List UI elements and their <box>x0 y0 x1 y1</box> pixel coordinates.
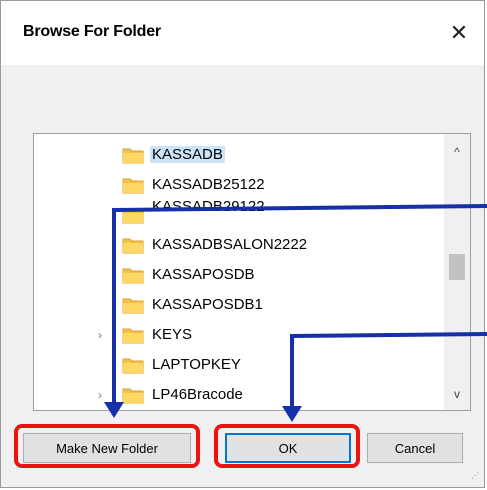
expand-chevron-icon[interactable]: › <box>98 328 102 342</box>
scroll-down-icon[interactable]: v <box>444 382 470 406</box>
folder-icon <box>122 358 144 374</box>
folder-tree-item[interactable]: › LP46Bracode <box>34 380 434 410</box>
folder-tree-item-label: KASSAPOSDB1 <box>152 296 263 313</box>
folder-tree-item[interactable]: KASSADB <box>34 140 434 170</box>
ok-button[interactable]: OK <box>225 433 351 463</box>
folder-tree[interactable]: KASSADB KASSADB25122 KASSADB29122 KASSADBSA… <box>33 133 471 411</box>
browse-for-folder-dialog: Browse For Folder ✕ KASSADB KASSADB25122 K… <box>0 0 485 488</box>
folder-tree-item[interactable]: KASSADB29122 <box>34 198 434 230</box>
folder-tree-item[interactable]: KASSADB25122 <box>34 170 434 200</box>
folder-icon <box>122 328 144 344</box>
vertical-scrollbar[interactable]: ^ v <box>444 134 470 410</box>
folder-tree-item-label: KASSADB <box>150 146 225 163</box>
folder-icon <box>122 388 144 404</box>
folder-icon <box>122 148 144 164</box>
folder-icon <box>122 298 144 314</box>
folder-tree-item-label: KASSAPOSDB <box>152 266 255 283</box>
dialog-title: Browse For Folder <box>23 23 161 40</box>
cancel-button[interactable]: Cancel <box>367 433 463 463</box>
folder-tree-item[interactable]: KASSAPOSDB1 <box>34 290 434 320</box>
make-new-folder-button[interactable]: Make New Folder <box>23 433 191 463</box>
title-bar: Browse For Folder ✕ <box>1 1 484 65</box>
folder-icon <box>122 238 144 254</box>
resize-grip-icon[interactable]: ⋰ <box>471 471 483 483</box>
folder-icon <box>122 268 144 284</box>
folder-tree-item-label: KEYS <box>152 326 193 343</box>
folder-tree-item[interactable]: LAPTOPKEY <box>34 350 434 380</box>
folder-tree-item[interactable]: › KEYS <box>34 320 434 350</box>
folder-tree-item-label: LP46Bracode <box>152 386 243 403</box>
scroll-up-icon[interactable]: ^ <box>444 140 470 164</box>
scrollbar-thumb[interactable] <box>449 254 465 280</box>
close-icon[interactable]: ✕ <box>441 15 477 51</box>
folder-tree-item[interactable]: KASSADBSALON2222 <box>34 230 434 260</box>
expand-chevron-icon[interactable]: › <box>98 388 102 402</box>
folder-tree-item-label: KASSADB29122 <box>152 198 265 215</box>
folder-tree-item[interactable]: KASSAPOSDB <box>34 260 434 290</box>
folder-icon <box>122 208 144 224</box>
folder-tree-item-label: LAPTOPKEY <box>152 356 241 373</box>
folder-icon <box>122 178 144 194</box>
folder-tree-item-label: KASSADBSALON2222 <box>152 236 308 253</box>
folder-tree-item-label: KASSADB25122 <box>152 176 265 193</box>
